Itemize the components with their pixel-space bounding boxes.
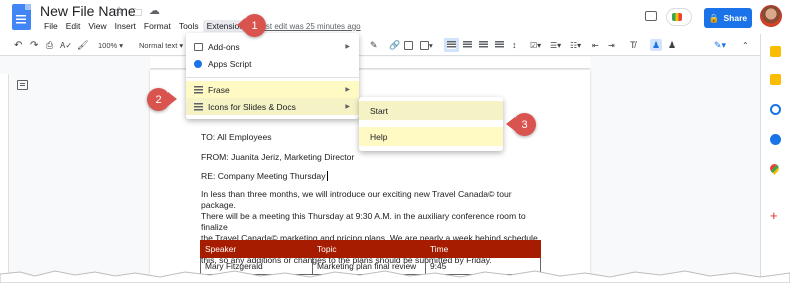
document-outline-icon[interactable] xyxy=(17,80,28,90)
callout-badge-3: 3 xyxy=(506,113,536,136)
menu-item-apps-script[interactable]: Apps Script xyxy=(186,55,359,72)
add-addon-icon[interactable]: + xyxy=(770,209,781,222)
menu-item-label: Icons for Slides & Docs xyxy=(208,101,296,112)
paragraph-line: In less than three months, we will intro… xyxy=(201,189,512,210)
table-header-time[interactable]: Time xyxy=(425,240,541,258)
vertical-ruler[interactable] xyxy=(0,74,9,274)
paint-format-icon[interactable]: 🖌 xyxy=(77,39,88,51)
maps-icon[interactable] xyxy=(768,162,781,175)
submenu-arrow-icon: ▶ xyxy=(345,104,350,110)
submenu-arrow-icon: ▶ xyxy=(345,44,350,50)
menu-edit[interactable]: Edit xyxy=(62,20,85,32)
undo-icon[interactable]: ↶ xyxy=(14,39,22,51)
memo-to[interactable]: TO: All Employees xyxy=(201,132,272,142)
icons-addon-icon[interactable]: ♟ xyxy=(668,39,676,51)
bulleted-list-icon[interactable]: ☰▾ xyxy=(550,39,561,51)
tasks-icon[interactable] xyxy=(770,104,781,115)
menu-file[interactable]: File xyxy=(40,20,62,32)
table-header-topic[interactable]: Topic xyxy=(312,240,426,258)
frase-icon xyxy=(194,85,203,94)
submenu-arrow-icon: ▶ xyxy=(345,87,350,93)
comment-history-icon[interactable] xyxy=(645,11,657,21)
insert-comment-icon[interactable] xyxy=(404,39,413,51)
paragraph-line: There will be a meeting this Thursday at… xyxy=(201,211,526,232)
icons-addon-icon xyxy=(194,102,203,111)
menu-item-frase[interactable]: Frase ▶ xyxy=(186,81,359,98)
spellcheck-icon[interactable]: A✓ xyxy=(60,39,72,51)
memo-re-text: RE: Company Meeting Thursday xyxy=(201,171,326,181)
zoom-value: 100% xyxy=(98,40,118,50)
submenu-item-label: Start xyxy=(370,105,388,116)
collapse-menus-icon[interactable]: ⌃ xyxy=(742,39,749,51)
calendar-icon[interactable] xyxy=(770,46,781,57)
table-header-row: Speaker Topic Time xyxy=(200,240,541,258)
share-label: Share xyxy=(723,13,748,23)
menu-format[interactable]: Format xyxy=(140,20,175,32)
app-header: New File Name ☆ 🗀 ☁ File Edit View Inser… xyxy=(0,0,790,34)
contacts-icon[interactable] xyxy=(770,134,781,145)
toolbar: ↶ ↷ ⎙ A✓ 🖌 100% ▾ Normal text ▾ ✎ 🔗 ▾ ↕ … xyxy=(0,34,760,56)
menu-view[interactable]: View xyxy=(84,20,110,32)
menu-item-label: Apps Script xyxy=(208,58,252,69)
table-header-speaker[interactable]: Speaker xyxy=(200,240,313,258)
menu-divider xyxy=(186,77,359,78)
menu-item-label: Add-ons xyxy=(208,41,240,52)
side-panel: + xyxy=(760,34,790,283)
memo-re[interactable]: RE: Company Meeting Thursday xyxy=(201,171,328,181)
callout-badge-2: 2 xyxy=(147,88,177,111)
insert-link-icon[interactable]: 🔗 xyxy=(389,39,400,51)
line-spacing-icon[interactable]: ↕ xyxy=(512,39,517,51)
decrease-indent-icon[interactable]: ⇤ xyxy=(592,39,599,51)
align-right-icon[interactable] xyxy=(479,39,488,51)
justify-icon[interactable] xyxy=(495,39,504,51)
addons-icon xyxy=(194,42,203,51)
clear-formatting-icon[interactable]: T̸ xyxy=(630,39,636,51)
style-select[interactable]: Normal text ▾ xyxy=(139,39,183,51)
submenu-item-label: Help xyxy=(370,131,388,142)
meet-button[interactable] xyxy=(666,8,692,26)
keep-icon[interactable] xyxy=(770,74,781,85)
menu-bar: File Edit View Insert Format Tools Exten… xyxy=(40,20,253,32)
numbered-list-icon[interactable]: ☷▾ xyxy=(570,39,581,51)
torn-edge xyxy=(0,270,790,283)
callout-number: 3 xyxy=(521,118,528,131)
text-cursor xyxy=(326,171,328,181)
editing-mode-icon[interactable]: ✎▾ xyxy=(714,39,726,51)
callout-number: 1 xyxy=(251,19,258,32)
align-left-icon[interactable] xyxy=(444,38,459,52)
lock-icon: 🔒 xyxy=(708,12,720,23)
checklist-icon[interactable]: ☑▾ xyxy=(530,39,541,51)
menu-insert[interactable]: Insert xyxy=(111,20,140,32)
submenu-item-start[interactable]: Start xyxy=(359,101,503,120)
redo-icon[interactable]: ↷ xyxy=(30,39,38,51)
style-value: Normal text xyxy=(139,40,178,50)
insert-image-icon[interactable]: ▾ xyxy=(420,39,433,51)
highlight-color-icon[interactable]: ✎ xyxy=(370,39,378,51)
docs-logo-icon[interactable] xyxy=(12,4,31,30)
last-edit-link[interactable]: Last edit was 25 minutes ago xyxy=(257,22,361,31)
icons-submenu: Start Help xyxy=(359,97,503,151)
share-button[interactable]: 🔒 Share xyxy=(704,8,752,28)
menu-tools[interactable]: Tools xyxy=(175,20,203,32)
callout-badge-1: 1 xyxy=(237,14,266,37)
apps-script-icon xyxy=(194,59,202,68)
submenu-item-help[interactable]: Help xyxy=(359,127,503,146)
memo-from[interactable]: FROM: Juanita Jeriz, Marketing Director xyxy=(201,152,354,162)
increase-indent-icon[interactable]: ⇥ xyxy=(608,39,615,51)
menu-item-icons-for-slides-docs[interactable]: Icons for Slides & Docs ▶ xyxy=(186,98,359,115)
menu-item-label: Frase xyxy=(208,84,230,95)
print-icon[interactable]: ⎙ xyxy=(46,39,53,51)
zoom-select[interactable]: 100% ▾ xyxy=(98,39,123,51)
account-avatar[interactable] xyxy=(760,5,782,27)
align-center-icon[interactable] xyxy=(463,39,472,51)
meet-icon xyxy=(672,13,682,21)
frase-addon-icon[interactable]: ♟ xyxy=(650,39,663,51)
extensions-menu: Add-ons ▶ Apps Script Frase ▶ Icons for … xyxy=(186,33,359,119)
menu-item-addons[interactable]: Add-ons ▶ xyxy=(186,38,359,55)
callout-number: 2 xyxy=(155,93,162,106)
